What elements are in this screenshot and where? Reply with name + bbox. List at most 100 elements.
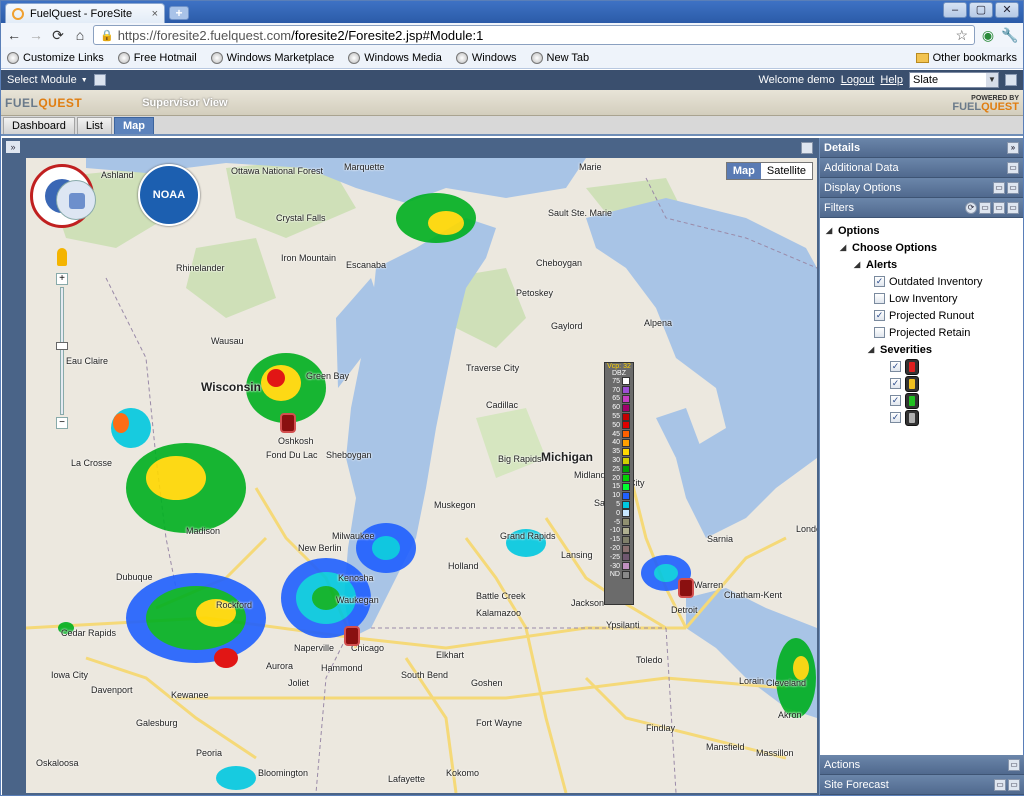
zoom-out-icon[interactable]: − bbox=[56, 417, 68, 429]
bookmark-windows-media[interactable]: Windows Media bbox=[348, 51, 442, 64]
section-actions[interactable]: Actions ▭ bbox=[820, 755, 1024, 775]
section-options-icon[interactable]: ▭ bbox=[994, 778, 1006, 791]
checkbox[interactable]: ✓ bbox=[890, 395, 901, 406]
checkbox[interactable]: ✓ bbox=[890, 361, 901, 372]
expand-section-icon[interactable]: ▭ bbox=[1008, 778, 1020, 791]
severity-green[interactable]: ✓ bbox=[826, 392, 1023, 409]
map-canvas[interactable]: Marquette Ottawa National Forest Ashland Sa… bbox=[26, 158, 817, 793]
severity-gray[interactable]: ✓ bbox=[826, 409, 1023, 426]
bookmark-customize-links[interactable]: Customize Links bbox=[7, 51, 104, 64]
extension-icon[interactable]: ◉ bbox=[979, 26, 997, 44]
tab-dashboard[interactable]: Dashboard bbox=[3, 117, 75, 134]
alert-low-inventory[interactable]: Low Inventory bbox=[826, 290, 1023, 307]
place-label: Madison bbox=[186, 526, 221, 536]
checkbox[interactable]: ✓ bbox=[890, 412, 901, 423]
severity-red[interactable]: ✓ bbox=[826, 358, 1023, 375]
maximize-button[interactable]: ▢ bbox=[969, 2, 993, 18]
place-label: Green Bay bbox=[306, 371, 350, 381]
collapse-panel-icon[interactable]: » bbox=[1007, 141, 1019, 154]
section-options-icon[interactable]: ▭ bbox=[993, 181, 1005, 194]
checkbox[interactable]: ✓ bbox=[874, 276, 885, 287]
bookmark-windows[interactable]: Windows bbox=[455, 51, 517, 64]
refresh-icon[interactable]: ⟳ bbox=[965, 201, 977, 214]
place-label: Fond Du Lac bbox=[266, 450, 318, 460]
section-filters[interactable]: Filters ⟳ ▭ ▭ ▭ bbox=[820, 198, 1023, 218]
bookmark-free-hotmail[interactable]: Free Hotmail bbox=[117, 51, 197, 64]
expand-section-icon[interactable]: ▭ bbox=[1007, 161, 1019, 174]
map-type-satellite-button[interactable]: Satellite bbox=[761, 163, 812, 179]
close-window-button[interactable]: ✕ bbox=[995, 2, 1019, 18]
legend-value: 15 bbox=[612, 483, 620, 491]
module-window-icon[interactable] bbox=[93, 74, 106, 86]
section-additional-data[interactable]: Additional Data ▭ bbox=[820, 158, 1023, 178]
forward-icon[interactable]: → bbox=[27, 26, 45, 44]
tree-node-choose-options[interactable]: ◢ Choose Options bbox=[826, 239, 1023, 256]
place-label: Kokomo bbox=[446, 768, 480, 778]
legend-swatch bbox=[622, 403, 630, 412]
home-icon[interactable]: ⌂ bbox=[71, 26, 89, 44]
tree-node-alerts[interactable]: ◢ Alerts bbox=[826, 256, 1023, 273]
layout-icon[interactable] bbox=[1005, 74, 1017, 86]
bookmark-star-icon[interactable]: ☆ bbox=[955, 27, 968, 44]
save-icon[interactable]: ▭ bbox=[993, 201, 1005, 214]
place-label: Sarnia bbox=[707, 534, 734, 544]
street-view-pegman-icon[interactable] bbox=[57, 248, 67, 266]
zoom-slider[interactable] bbox=[56, 287, 68, 415]
tab-map[interactable]: Map bbox=[113, 117, 154, 134]
bookmark-new-tab[interactable]: New Tab bbox=[530, 51, 589, 64]
other-bookmarks[interactable]: Other bookmarks bbox=[915, 52, 1017, 64]
legend-row: -10 bbox=[605, 526, 633, 536]
zoom-in-icon[interactable]: + bbox=[56, 273, 68, 285]
site-marker[interactable] bbox=[280, 413, 296, 433]
section-site-forecast[interactable]: Site Forecast ▭ ▭ bbox=[820, 775, 1024, 795]
map-zoom-control[interactable]: + − bbox=[56, 273, 68, 433]
legend-swatch bbox=[622, 430, 630, 439]
copy-icon[interactable]: ▭ bbox=[979, 201, 991, 214]
legend-row: 50 bbox=[605, 421, 633, 430]
site-marker[interactable] bbox=[344, 626, 360, 646]
place-label: Wausau bbox=[211, 336, 244, 346]
tree-node-severities[interactable]: ◢ Severities bbox=[826, 341, 1023, 358]
checkbox[interactable] bbox=[874, 293, 885, 304]
reload-icon[interactable]: ⟳ bbox=[49, 26, 67, 44]
browser-tab[interactable]: FuelQuest - ForeSite × bbox=[5, 3, 165, 23]
checkbox[interactable]: ✓ bbox=[890, 378, 901, 389]
expand-icon[interactable]: » bbox=[6, 141, 20, 153]
checkbox[interactable]: ✓ bbox=[874, 310, 885, 321]
bookmark-windows-marketplace[interactable]: Windows Marketplace bbox=[210, 51, 334, 64]
tree-node-options[interactable]: ◢ Options bbox=[826, 222, 1023, 239]
site-marker[interactable] bbox=[678, 578, 694, 598]
tab-close-icon[interactable]: × bbox=[152, 8, 158, 20]
section-display-options[interactable]: Display Options ▭ ▭ bbox=[820, 178, 1023, 198]
collapse-section-icon[interactable]: ▭ bbox=[1007, 201, 1019, 214]
new-tab-button[interactable]: + bbox=[169, 6, 189, 20]
fuel-pump-yellow-icon bbox=[905, 375, 919, 392]
base-map bbox=[26, 158, 817, 793]
map-pan-control[interactable] bbox=[56, 180, 96, 220]
checkbox[interactable] bbox=[874, 327, 885, 338]
details-header: Details » bbox=[820, 138, 1023, 158]
select-module-dropdown[interactable]: Select Module ▼ bbox=[7, 74, 88, 86]
theme-select[interactable]: Slate ▼ bbox=[909, 72, 999, 88]
alert-projected-retain[interactable]: Projected Retain bbox=[826, 324, 1023, 341]
address-bar[interactable]: 🔒 https://foresite2.fuelquest.com/foresi… bbox=[93, 25, 975, 45]
map-type-map-button[interactable]: Map bbox=[726, 163, 761, 179]
back-icon[interactable]: ← bbox=[5, 26, 23, 44]
alert-outdated-inventory[interactable]: ✓ Outdated Inventory bbox=[826, 273, 1023, 290]
zoom-knob[interactable] bbox=[56, 342, 68, 350]
minimize-button[interactable]: – bbox=[943, 2, 967, 18]
alert-projected-runout[interactable]: ✓ Projected Runout bbox=[826, 307, 1023, 324]
legend-swatch bbox=[622, 482, 630, 491]
expand-section-icon[interactable]: ▭ bbox=[1008, 758, 1020, 771]
map-panel-options-icon[interactable] bbox=[801, 142, 813, 154]
help-link[interactable]: Help bbox=[880, 74, 903, 86]
expand-section-icon[interactable]: ▭ bbox=[1007, 181, 1019, 194]
severity-yellow[interactable]: ✓ bbox=[826, 375, 1023, 392]
place-label: Oshkosh bbox=[278, 436, 314, 446]
tab-list[interactable]: List bbox=[76, 117, 112, 134]
powered-by-logo: POWERED BY FUELQUEST bbox=[952, 94, 1019, 113]
wrench-icon[interactable]: 🔧 bbox=[1001, 26, 1019, 44]
logout-link[interactable]: Logout bbox=[841, 74, 875, 86]
legend-value: 0 bbox=[616, 509, 620, 517]
place-label: Midland bbox=[574, 470, 606, 480]
